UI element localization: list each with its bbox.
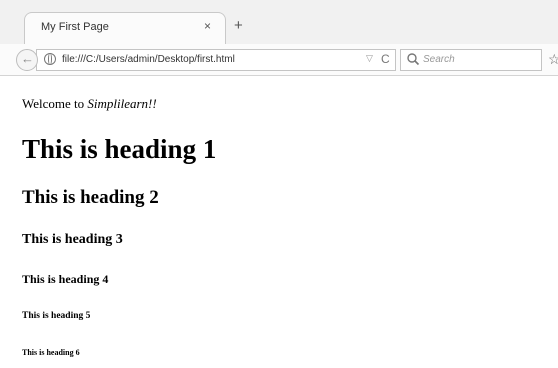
search-icon — [407, 53, 420, 66]
back-arrow-icon: ← — [21, 51, 34, 66]
heading-4: This is heading 4 — [22, 272, 109, 286]
navigation-toolbar: file:///C:/Users/admin/Desktop/first.htm… — [0, 44, 558, 76]
search-input[interactable]: Search — [400, 49, 542, 71]
heading-1: This is heading 1 — [22, 134, 217, 164]
reload-icon[interactable]: C — [381, 52, 390, 66]
back-button[interactable]: ← — [16, 49, 38, 71]
url-text[interactable]: file:///C:/Users/admin/Desktop/first.htm… — [62, 54, 235, 65]
tab-title: My First Page — [41, 21, 109, 33]
heading-3: This is heading 3 — [22, 232, 123, 247]
search-placeholder: Search — [423, 54, 455, 65]
heading-6: This is heading 6 — [22, 348, 80, 357]
globe-icon — [44, 53, 56, 65]
welcome-text: Welcome to Simplilearn!! — [22, 96, 157, 112]
close-tab-icon[interactable]: × — [204, 19, 211, 33]
heading-5: This is heading 5 — [22, 311, 91, 321]
bookmark-star-icon[interactable]: ☆ — [548, 51, 558, 68]
address-bar[interactable]: file:///C:/Users/admin/Desktop/first.htm… — [36, 49, 396, 71]
welcome-prefix: Welcome to — [22, 96, 88, 111]
dropdown-icon[interactable]: ▽ — [366, 53, 373, 64]
welcome-emphasis: Simplilearn!! — [87, 96, 157, 111]
tab-my-first-page[interactable]: My First Page × — [24, 12, 226, 44]
heading-2: This is heading 2 — [22, 187, 159, 208]
tab-strip: My First Page × + — [0, 0, 558, 44]
new-tab-plus-icon[interactable]: + — [234, 17, 243, 34]
